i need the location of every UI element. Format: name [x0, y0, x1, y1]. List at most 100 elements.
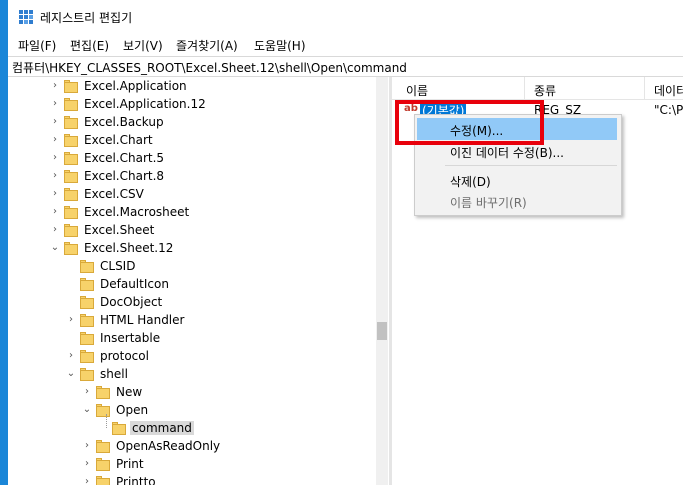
tree-item[interactable]: › Excel.Macrosheet — [8, 204, 388, 222]
folder-icon — [80, 314, 94, 327]
key-tree[interactable]: › Excel.Application › Excel.Application.12 ›… — [8, 77, 388, 485]
address-path[interactable]: 컴퓨터\HKEY_CLASSES_ROOT\Excel.Sheet.12\she… — [12, 59, 407, 76]
tree-item-label[interactable]: Excel.Application.12 — [82, 97, 208, 111]
tree-item-label[interactable]: DocObject — [98, 295, 164, 309]
tree-item-label[interactable]: Print — [114, 457, 146, 471]
column-separator[interactable] — [644, 77, 645, 99]
tree-item[interactable]: ⌄ Excel.Sheet.12 — [8, 240, 388, 258]
tree-item[interactable]: › New — [8, 384, 388, 402]
tree-item[interactable]: CLSID — [8, 258, 388, 276]
tree-item-label[interactable]: Excel.Application — [82, 79, 189, 93]
tree-item-label[interactable]: CLSID — [98, 259, 137, 273]
chevron-right-icon[interactable]: › — [50, 99, 60, 109]
tree-item[interactable]: › Excel.Chart — [8, 132, 388, 150]
tree-item[interactable]: DefaultIcon — [8, 276, 388, 294]
tree-item-label[interactable]: Insertable — [98, 331, 162, 345]
tree-item[interactable]: command — [8, 420, 388, 438]
tree-item-label[interactable]: protocol — [98, 349, 151, 363]
folder-icon — [80, 296, 94, 309]
menu-file[interactable]: 파일(F) — [18, 37, 56, 54]
tree-item-label[interactable]: DefaultIcon — [98, 277, 171, 291]
title-bar[interactable]: 레지스트리 편집기 — [8, 0, 683, 32]
tree-item-label[interactable]: HTML Handler — [98, 313, 186, 327]
chevron-right-icon[interactable]: › — [50, 225, 60, 235]
chevron-right-icon[interactable]: › — [82, 477, 92, 485]
tree-item[interactable]: › protocol — [8, 348, 388, 366]
tree-item[interactable]: ⌄ shell — [8, 366, 388, 384]
chevron-down-icon[interactable]: ⌄ — [66, 369, 76, 379]
folder-icon — [96, 458, 110, 471]
folder-icon — [96, 440, 110, 453]
tree-item-label[interactable]: Excel.Macrosheet — [82, 205, 191, 219]
context-rename: 이름 바꾸기(R) — [417, 190, 617, 212]
tree-item[interactable]: Insertable — [8, 330, 388, 348]
chevron-right-icon[interactable]: › — [82, 441, 92, 451]
tree-item[interactable]: › Excel.Chart.8 — [8, 168, 388, 186]
context-separator — [445, 165, 617, 166]
folder-icon — [112, 422, 126, 435]
tree-item[interactable]: DocObject — [8, 294, 388, 312]
folder-icon — [64, 224, 78, 237]
folder-icon — [80, 368, 94, 381]
folder-icon — [64, 206, 78, 219]
tree-item[interactable]: › Excel.Sheet — [8, 222, 388, 240]
tree-item[interactable]: › Excel.Application.12 — [8, 96, 388, 114]
tree-item-label[interactable]: New — [114, 385, 144, 399]
chevron-down-icon[interactable]: ⌄ — [50, 243, 60, 253]
tree-item-label[interactable]: Excel.Sheet — [82, 223, 156, 237]
tree-item-label[interactable]: Printto — [114, 475, 158, 485]
menu-favorites[interactable]: 즐겨찾기(A) — [176, 37, 238, 54]
tree-item[interactable]: › HTML Handler — [8, 312, 388, 330]
folder-icon — [64, 188, 78, 201]
tree-item-label[interactable]: Excel.Sheet.12 — [82, 241, 175, 255]
folder-icon — [96, 404, 110, 417]
chevron-right-icon[interactable]: › — [50, 153, 60, 163]
chevron-right-icon[interactable]: › — [50, 171, 60, 181]
chevron-right-icon[interactable]: › — [50, 81, 60, 91]
tree-item-label[interactable]: Excel.Chart.8 — [82, 169, 166, 183]
chevron-right-icon[interactable]: › — [50, 189, 60, 199]
tree-item-label[interactable]: shell — [98, 367, 130, 381]
menu-help[interactable]: 도움말(H) — [254, 37, 306, 54]
chevron-right-icon[interactable]: › — [82, 387, 92, 397]
column-name[interactable]: 이름 — [406, 82, 428, 99]
tree-item[interactable]: › OpenAsReadOnly — [8, 438, 388, 456]
tree-item-label[interactable]: Excel.Backup — [82, 115, 166, 129]
folder-icon — [64, 98, 78, 111]
chevron-right-icon[interactable]: › — [66, 315, 76, 325]
context-modify-binary-label: 이진 데이터 수정(B)... — [450, 146, 564, 160]
context-delete[interactable]: 삭제(D) — [417, 169, 617, 191]
tree-item-label[interactable]: Excel.Chart.5 — [82, 151, 166, 165]
chevron-right-icon[interactable]: › — [82, 459, 92, 469]
tree-item-label[interactable]: Excel.Chart — [82, 133, 155, 147]
address-bar[interactable]: 컴퓨터\HKEY_CLASSES_ROOT\Excel.Sheet.12\she… — [8, 56, 683, 77]
chevron-right-icon[interactable]: › — [66, 351, 76, 361]
folder-icon — [64, 134, 78, 147]
column-data[interactable]: 데이터 — [654, 82, 683, 99]
tree-item[interactable]: ⌄ Open — [8, 402, 388, 420]
tree-item-label[interactable]: OpenAsReadOnly — [114, 439, 222, 453]
column-type[interactable]: 종류 — [534, 82, 556, 99]
annotation-highlight-box — [395, 100, 544, 145]
tree-scrollbar[interactable] — [376, 77, 388, 485]
tree-item[interactable]: › Excel.CSV — [8, 186, 388, 204]
tree-item-label[interactable]: command — [130, 421, 194, 435]
chevron-down-icon[interactable]: ⌄ — [82, 405, 92, 415]
tree-item[interactable]: › Excel.Application — [8, 78, 388, 96]
tree-item[interactable]: › Printto — [8, 474, 388, 485]
tree-scrollbar-thumb[interactable] — [377, 322, 387, 340]
registry-editor-icon — [19, 10, 33, 24]
menu-view[interactable]: 보기(V) — [123, 37, 163, 54]
tree-item-label[interactable]: Excel.CSV — [82, 187, 146, 201]
tree-item[interactable]: › Excel.Backup — [8, 114, 388, 132]
desktop-background — [0, 0, 8, 485]
column-separator[interactable] — [524, 77, 525, 99]
tree-item-label[interactable]: Open — [114, 403, 150, 417]
chevron-right-icon[interactable]: › — [50, 135, 60, 145]
menu-bar: 파일(F) 편집(E) 보기(V) 즐겨찾기(A) 도움말(H) — [8, 34, 683, 54]
chevron-right-icon[interactable]: › — [50, 117, 60, 127]
tree-item[interactable]: › Print — [8, 456, 388, 474]
menu-edit[interactable]: 편집(E) — [70, 37, 109, 54]
tree-item[interactable]: › Excel.Chart.5 — [8, 150, 388, 168]
chevron-right-icon[interactable]: › — [50, 207, 60, 217]
